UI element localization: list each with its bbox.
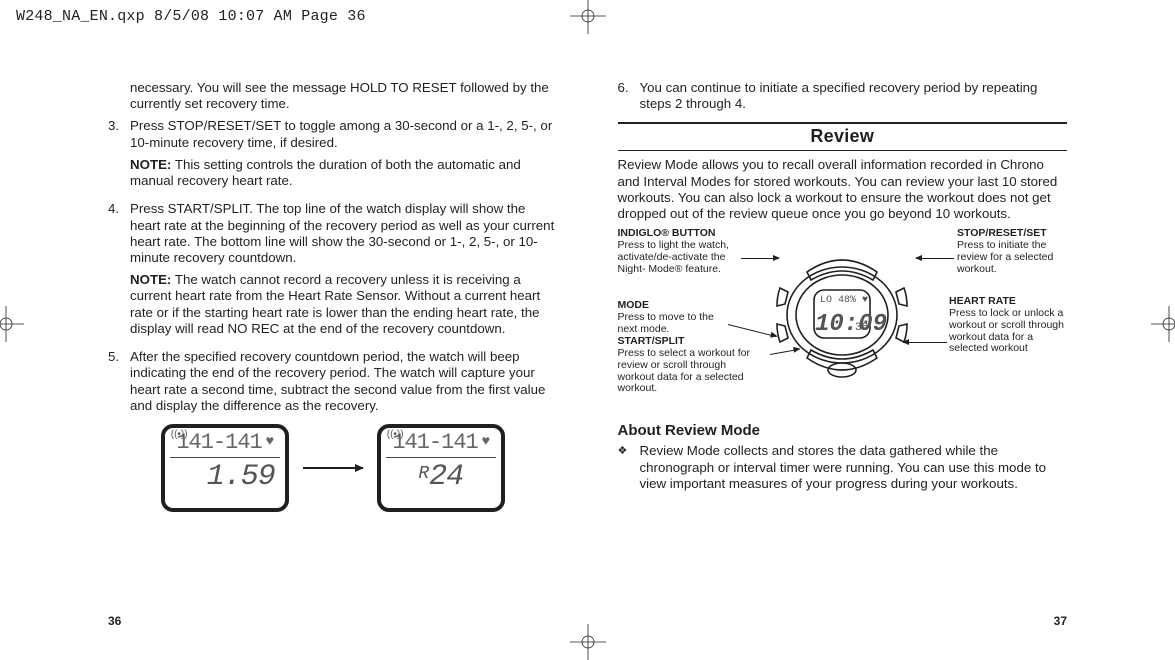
arrow-right-icon	[303, 467, 363, 469]
callout-body: Press to light the watch, activate/de-ac…	[618, 240, 738, 275]
registration-mark-top	[570, 0, 606, 34]
callout-mode: MODE Press to move to the next mode.	[618, 300, 728, 335]
list-item: ❖ Review Mode collects and stores the da…	[618, 443, 1068, 492]
bullet-text: Review Mode collects and stores the data…	[640, 443, 1068, 492]
diamond-bullet-icon: ❖	[618, 443, 640, 492]
watch-face-top: LO 48% ♥	[820, 295, 868, 306]
note-text: This setting controls the duration of bo…	[130, 157, 521, 188]
item-text: After the specified recovery countdown p…	[130, 349, 558, 414]
callout-body: Press to lock or unlock a workout or scr…	[949, 308, 1067, 355]
watch-illustration: LO 48% ♥ 10:09 36 P	[767, 240, 917, 390]
page-number-left: 36	[108, 614, 121, 628]
lcd1-top: 141-141	[176, 430, 261, 455]
item-text: You can continue to initiate a specified…	[640, 80, 1068, 112]
subheading-about-review: About Review Mode	[618, 422, 1068, 439]
callout-indiglo: INDIGLO® BUTTON Press to light the watch…	[618, 228, 738, 275]
watch-diagram: INDIGLO® BUTTON Press to light the watch…	[618, 228, 1068, 408]
antenna-icon: ((•))	[387, 429, 404, 440]
page-number-right: 37	[1054, 614, 1067, 628]
callout-body: Press to move to the next mode.	[618, 312, 728, 336]
callout-body: Press to select a workout for review or …	[618, 348, 758, 395]
lcd-divider	[386, 457, 496, 459]
review-intro: Review Mode allows you to recall overall…	[618, 157, 1068, 222]
callout-stop-reset-set: STOP/RESET/SET Press to initiate the rev…	[957, 228, 1067, 275]
lcd-divider	[170, 457, 280, 459]
lcd2-bottom: 24	[429, 460, 463, 494]
item-number: 3.	[108, 118, 130, 195]
watch-face-ampm: P	[866, 324, 871, 333]
callout-start-split: START/SPLIT Press to select a workout fo…	[618, 336, 758, 395]
lcd2-prefix: R	[418, 464, 428, 484]
list-item: 6. You can continue to initiate a specif…	[618, 80, 1068, 112]
note-label: NOTE:	[130, 157, 171, 172]
page-37: 6. You can continue to initiate a specif…	[588, 80, 1175, 650]
item-text: Press STOP/RESET/SET to toggle among a 3…	[130, 118, 552, 149]
note-text: The watch cannot record a recovery unles…	[130, 272, 540, 336]
intro-continuation: necessary. You will see the message HOLD…	[130, 80, 558, 112]
item-text: Press START/SPLIT. The top line of the w…	[130, 201, 554, 265]
item-number: 6.	[618, 80, 640, 112]
lcd-screen-2: ((•)) 141-141 ♥ R24	[377, 424, 505, 512]
lcd-screen-1: ((•)) 141-141 ♥ 1.59	[161, 424, 289, 512]
heart-icon: ♥	[266, 434, 273, 450]
list-item: 4. Press START/SPLIT. The top line of th…	[108, 201, 558, 343]
lead-arrow	[916, 258, 954, 259]
callout-heart-rate: HEART RATE Press to lock or unlock a wor…	[949, 296, 1067, 355]
list-item: 3. Press STOP/RESET/SET to toggle among …	[108, 118, 558, 195]
note-label: NOTE:	[130, 272, 171, 287]
item-number: 4.	[108, 201, 130, 343]
antenna-icon: ((•))	[171, 429, 188, 440]
lcd-figure-row: ((•)) 141-141 ♥ 1.59 ((•)) 141-141 ♥ R24	[108, 424, 558, 512]
crop-header: W248_NA_EN.qxp 8/5/08 10:07 AM Page 36	[16, 8, 366, 25]
lcd1-bottom: 1.59	[207, 460, 275, 494]
page-36: necessary. You will see the message HOLD…	[0, 80, 588, 650]
watch-face-main: 10:09	[815, 311, 887, 338]
lcd2-top: 141-141	[392, 430, 477, 455]
item-number: 5.	[108, 349, 130, 414]
list-item: 5. After the specified recovery countdow…	[108, 349, 558, 414]
section-title-review: Review	[618, 122, 1068, 151]
heart-icon: ♥	[482, 434, 489, 450]
callout-body: Press to initiate the review for a selec…	[957, 240, 1067, 275]
